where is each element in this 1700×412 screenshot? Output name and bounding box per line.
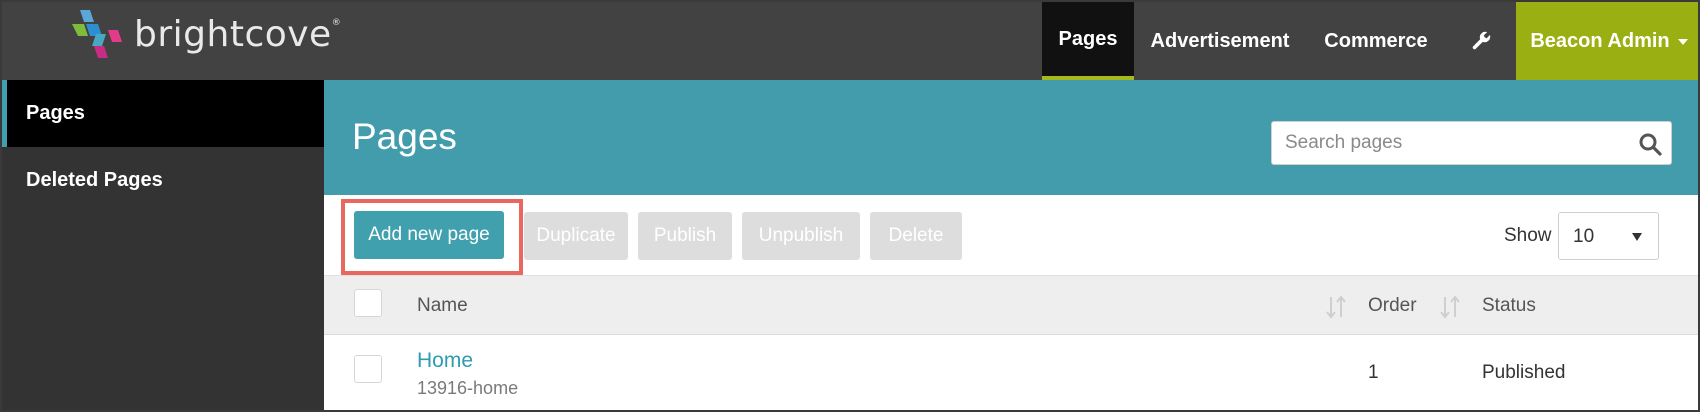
- top-navigation-bar: brightcove® Pages Advertisement Commerce…: [2, 2, 1698, 80]
- nav-pages[interactable]: Pages: [1042, 2, 1134, 80]
- page-size-value: 10: [1573, 226, 1595, 247]
- page-title: Pages: [352, 116, 457, 157]
- search-input[interactable]: [1272, 122, 1612, 164]
- sort-icon[interactable]: [1325, 294, 1347, 320]
- search-box: [1271, 121, 1672, 165]
- column-header-status: Status: [1482, 295, 1536, 316]
- toolbar: Add new page Duplicate Publish Unpublish…: [324, 195, 1698, 275]
- sidebar-item-label: Pages: [26, 102, 85, 124]
- nav-commerce[interactable]: Commerce: [1306, 2, 1446, 80]
- table-row: Home 13916-home 1 Published: [324, 335, 1698, 410]
- table-header: Name Order Status: [324, 275, 1698, 335]
- nav-commerce-label: Commerce: [1324, 29, 1428, 52]
- main-content: Pages Add new page Duplicate Publish Unp…: [324, 80, 1698, 410]
- sidebar-item-pages[interactable]: Pages: [2, 80, 324, 147]
- brightcove-logo[interactable]: brightcove®: [72, 8, 341, 64]
- sidebar: Pages Deleted Pages: [2, 80, 324, 410]
- search-icon[interactable]: [1638, 132, 1662, 156]
- account-name: Beacon Admin: [1530, 29, 1670, 52]
- page-status: Published: [1482, 362, 1566, 383]
- sidebar-item-label: Deleted Pages: [26, 169, 163, 191]
- unpublish-button[interactable]: Unpublish: [742, 212, 860, 260]
- app-frame: brightcove® Pages Advertisement Commerce…: [0, 0, 1700, 412]
- nav-account-menu[interactable]: Beacon Admin: [1516, 2, 1698, 80]
- sidebar-item-deleted-pages[interactable]: Deleted Pages: [2, 147, 324, 214]
- page-name-link[interactable]: Home: [417, 349, 473, 373]
- sort-icon[interactable]: [1439, 294, 1461, 320]
- delete-button[interactable]: Delete: [870, 212, 962, 260]
- page-size-select[interactable]: 10: [1558, 212, 1659, 260]
- page-order: 1: [1368, 362, 1379, 383]
- page-slug: 13916-home: [417, 378, 519, 398]
- nav-settings[interactable]: [1446, 2, 1516, 80]
- nav-advertisement[interactable]: Advertisement: [1134, 2, 1306, 80]
- row-checkbox[interactable]: [354, 355, 382, 383]
- nav-advertisement-label: Advertisement: [1150, 29, 1290, 52]
- duplicate-button[interactable]: Duplicate: [524, 212, 628, 260]
- show-label: Show: [1504, 225, 1552, 246]
- chevron-down-icon: [1677, 39, 1688, 45]
- column-header-order: Order: [1368, 295, 1417, 316]
- page-header: Pages: [324, 80, 1698, 195]
- chevron-down-icon: [1632, 233, 1642, 241]
- add-new-page-button[interactable]: Add new page: [354, 211, 504, 259]
- wrench-icon: [1472, 31, 1491, 50]
- column-header-name: Name: [417, 295, 468, 316]
- brightcove-wordmark: brightcove®: [134, 13, 342, 55]
- select-all-checkbox[interactable]: [354, 289, 382, 317]
- publish-button[interactable]: Publish: [638, 212, 732, 260]
- brightcove-logo-icon: [72, 10, 122, 58]
- nav-pages-label: Pages: [1058, 27, 1118, 50]
